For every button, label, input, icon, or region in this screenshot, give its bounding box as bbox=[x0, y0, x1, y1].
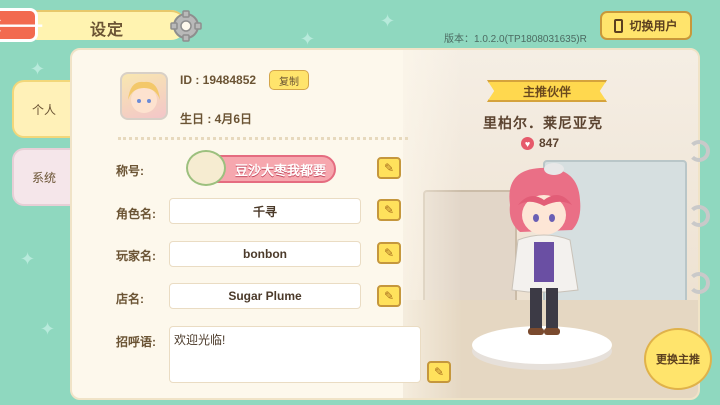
switch-user-button[interactable]: 切换用户 bbox=[600, 11, 692, 40]
background-sparkle: ✦ bbox=[30, 59, 46, 79]
featured-partner-ribbon: 主推伙伴 bbox=[487, 80, 607, 102]
edit-player-name-button[interactable]: ✎ bbox=[377, 242, 401, 264]
background-sparkle: ✦ bbox=[40, 319, 56, 339]
edit-shop-name-button[interactable]: ✎ bbox=[377, 285, 401, 307]
back-button[interactable]: 🡐 bbox=[0, 8, 44, 42]
birthday-text: 生日 : 4月6日 bbox=[180, 112, 253, 126]
edit-title-button[interactable]: ✎ bbox=[377, 157, 401, 179]
avatar-portrait bbox=[128, 81, 160, 113]
role-name-field[interactable]: 千寻 bbox=[169, 198, 361, 224]
player-name-field[interactable]: bonbon bbox=[169, 241, 361, 267]
player-id: ID : 19484852 bbox=[180, 73, 257, 87]
title-label: 称号: bbox=[116, 164, 144, 178]
tab-personal[interactable]: 个人 bbox=[12, 80, 74, 138]
pencil-icon: ✎ bbox=[383, 289, 395, 303]
arrow-left-icon: 🡐 bbox=[0, 14, 45, 37]
binder-ring bbox=[688, 140, 710, 162]
mooncake-badge-icon bbox=[186, 150, 226, 186]
binder-ring bbox=[688, 205, 710, 227]
version-text: 版本：1.0.2.0(TP1808031635)R bbox=[444, 34, 587, 45]
pencil-icon: ✎ bbox=[383, 203, 395, 217]
tab-system[interactable]: 系统 bbox=[12, 148, 74, 206]
copy-id-button[interactable]: 复制 bbox=[269, 70, 309, 90]
greeting-field[interactable]: 欢迎光临! bbox=[169, 326, 421, 383]
avatar[interactable] bbox=[120, 72, 168, 120]
pencil-icon: ✎ bbox=[433, 365, 445, 379]
title-badge-text: 豆沙大枣我都要 bbox=[234, 162, 326, 178]
shop-name-label: 店名: bbox=[116, 292, 144, 306]
heart-icon: ♥ bbox=[521, 137, 534, 150]
page-title: 设定 bbox=[90, 22, 125, 39]
gear-icon bbox=[170, 10, 202, 42]
partner-name: 里柏尔．莱尼亚克 bbox=[483, 115, 603, 131]
change-partner-button[interactable]: 更换主推 bbox=[644, 328, 712, 390]
binder-ring bbox=[688, 272, 710, 294]
greeting-label: 招呼语: bbox=[116, 335, 156, 349]
switch-user-label: 切换用户 bbox=[629, 19, 678, 33]
pencil-icon: ✎ bbox=[383, 246, 395, 260]
affection-value: 847 bbox=[539, 136, 560, 150]
background-sparkle: ✦ bbox=[20, 249, 36, 269]
dotted-divider bbox=[118, 137, 408, 140]
edit-role-name-button[interactable]: ✎ bbox=[377, 199, 401, 221]
pencil-icon: ✎ bbox=[383, 161, 395, 175]
player-name-label: 玩家名: bbox=[116, 249, 156, 263]
tab-system-label: 系统 bbox=[31, 170, 56, 185]
background-sparkle: ✦ bbox=[300, 29, 316, 49]
partner-character[interactable] bbox=[500, 160, 590, 345]
tab-personal-label: 个人 bbox=[31, 102, 56, 117]
shop-name-field[interactable]: Sugar Plume bbox=[169, 283, 361, 309]
phone-icon bbox=[614, 18, 624, 33]
edit-greeting-button[interactable]: ✎ bbox=[427, 361, 451, 383]
background-sparkle: ✦ bbox=[380, 11, 396, 31]
role-name-label: 角色名: bbox=[116, 207, 156, 221]
